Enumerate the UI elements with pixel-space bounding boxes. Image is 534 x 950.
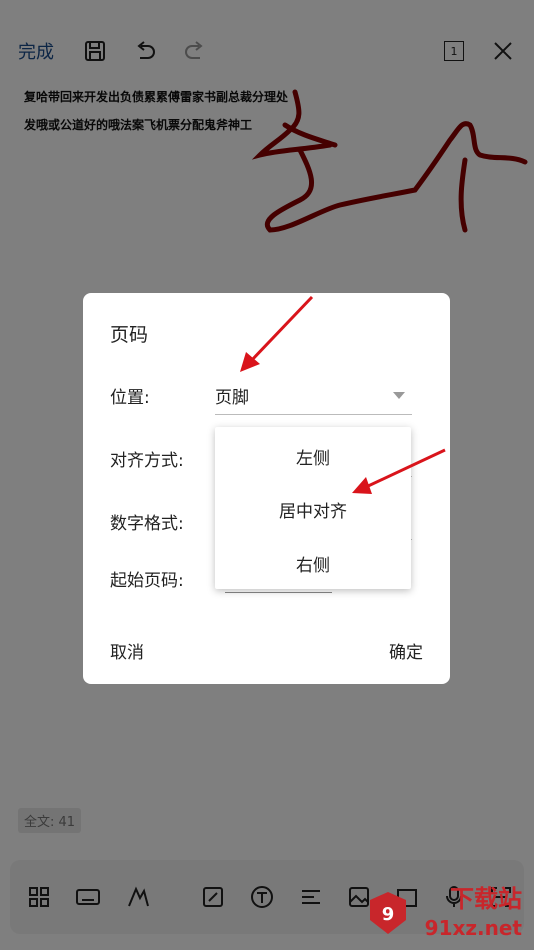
watermark-domain: 91xz.net — [424, 916, 522, 940]
dropdown-option-right[interactable]: 右侧 — [215, 551, 411, 576]
dialog-title: 页码 — [110, 324, 149, 346]
confirm-button[interactable]: 确定 — [389, 638, 423, 663]
watermark-logo-icon: 9 — [370, 892, 406, 934]
watermark: 9 下载站 91xz.net — [360, 885, 530, 946]
start-page-label: 起始页码: — [110, 571, 184, 591]
position-label: 位置: — [110, 388, 150, 408]
number-format-label: 数字格式: — [110, 514, 184, 534]
position-select[interactable]: 页脚 — [215, 383, 249, 408]
cancel-button[interactable]: 取消 — [110, 638, 144, 663]
chevron-down-icon[interactable] — [393, 392, 405, 399]
dropdown-option-left[interactable]: 左侧 — [215, 444, 411, 469]
alignment-label: 对齐方式: — [110, 451, 184, 471]
watermark-brand: 下载站 — [450, 885, 522, 913]
alignment-dropdown: 左侧 居中对齐 右侧 — [215, 427, 411, 589]
svg-text:9: 9 — [382, 904, 395, 925]
dropdown-option-center[interactable]: 居中对齐 — [215, 497, 411, 522]
position-select-underline — [215, 414, 412, 415]
start-page-input[interactable] — [225, 592, 332, 593]
